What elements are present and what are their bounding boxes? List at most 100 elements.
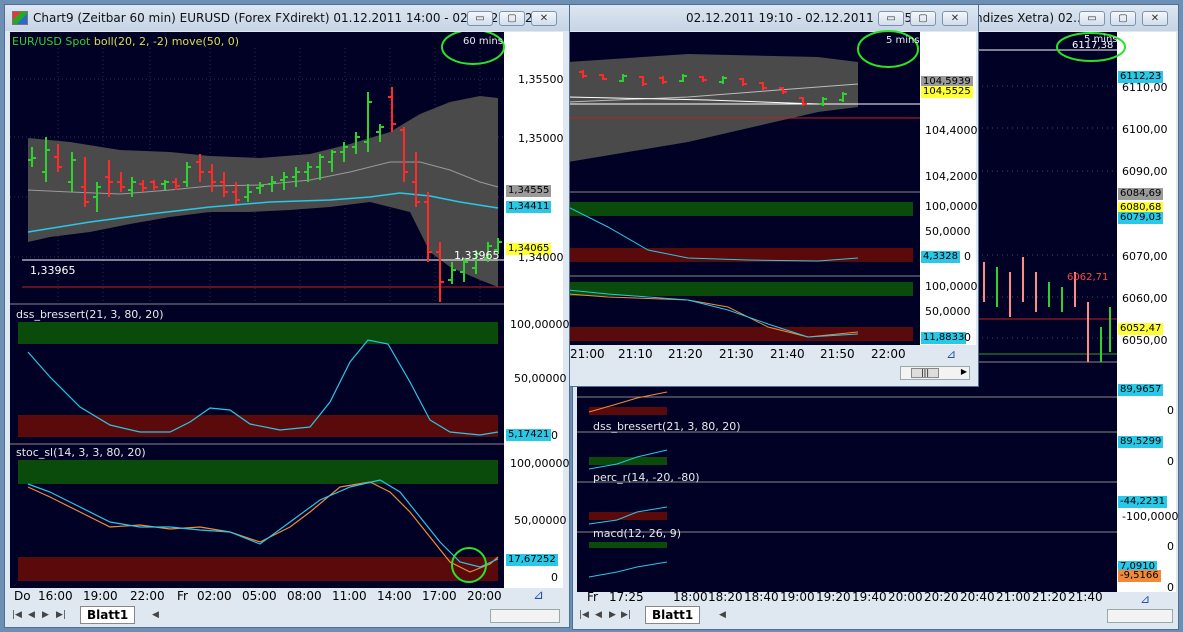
time-label: 05:00 xyxy=(242,589,277,603)
scroll-thumb[interactable]: ||| xyxy=(911,368,939,378)
first-sheet-icon[interactable]: |◀ xyxy=(12,610,22,620)
time-label: 22:00 xyxy=(130,589,165,603)
price-box-upper-band: 1,34555 xyxy=(506,185,552,197)
price-chart-pane[interactable]: 104,5939 104,5525 104,4000 104,2000 100,… xyxy=(568,32,978,345)
maximize-button[interactable]: ▢ xyxy=(910,11,936,26)
time-label: 20:00 xyxy=(467,589,502,603)
time-label: 19:40 xyxy=(852,590,887,604)
indicator-axis-label: 0 xyxy=(1167,455,1174,468)
time-label: 21:50 xyxy=(820,347,855,361)
time-label: 22:00 xyxy=(871,347,906,361)
pane-title: stoc_sl(14, 3, 3, 80, 20) xyxy=(16,446,146,459)
time-label: 21:20 xyxy=(1032,590,1067,604)
time-label: 21:20 xyxy=(668,347,703,361)
indicator-axis-label: 100,00000 xyxy=(510,457,570,470)
price-axis-label: 104,2000 xyxy=(925,170,978,183)
window-titlebar[interactable]: Chart9 (Zeitbar 60 min) EURUSD (Forex FX… xyxy=(5,5,569,31)
time-label: Fr xyxy=(587,590,598,604)
chart-window-eurusd[interactable]: Chart9 (Zeitbar 60 min) EURUSD (Forex FX… xyxy=(4,4,570,628)
legend-indicator: boll(20, 2, -2) xyxy=(93,35,169,48)
time-label: 18:20 xyxy=(708,590,743,604)
hline-label-right: 1,33965 xyxy=(454,249,500,262)
pin-icon[interactable]: ⊿ xyxy=(533,588,544,603)
indicator-axis-label: 100,00000 xyxy=(510,318,570,331)
price-axis-label: 1,34000 xyxy=(518,251,564,264)
time-label: Do xyxy=(14,589,31,603)
time-label: 21:10 xyxy=(618,347,653,361)
price-axis-label: 6050,00 xyxy=(1122,334,1168,347)
maximize-button[interactable]: ▢ xyxy=(1110,11,1136,26)
last-sheet-icon[interactable]: ▶| xyxy=(56,610,66,620)
time-label: 20:00 xyxy=(888,590,923,604)
indicator-box: 89,5299 xyxy=(1118,436,1164,448)
hline-label: 1,33965 xyxy=(30,264,76,277)
sheet-tab[interactable]: Blatt1 xyxy=(80,606,136,624)
price-chart-pane[interactable]: EUR/USD Spot boll(20, 2, -2) move(50, 0)… xyxy=(10,32,569,588)
indicator-axis-label: 0 xyxy=(1167,540,1174,553)
minimize-button[interactable]: ▭ xyxy=(878,11,904,26)
horizontal-scrollbar[interactable] xyxy=(1107,609,1173,623)
minimize-button[interactable]: ▭ xyxy=(467,11,493,26)
next-sheet-icon[interactable]: ▶ xyxy=(609,610,616,620)
prev-sheet-icon[interactable]: ◀ xyxy=(595,610,602,620)
time-label: 14:00 xyxy=(377,589,412,603)
chart-legend: EUR/USD Spot boll(20, 2, -2) move(50, 0) xyxy=(12,35,239,48)
next-sheet-icon[interactable]: ▶ xyxy=(42,610,49,620)
app-icon xyxy=(12,11,28,25)
indicator-axis-label: 50,0000 xyxy=(925,305,971,318)
maximize-button[interactable]: ▢ xyxy=(499,11,525,26)
price-axis-label: 6070,00 xyxy=(1122,250,1168,263)
first-sheet-icon[interactable]: |◀ xyxy=(579,610,589,620)
price-axis-label: 6110,00 xyxy=(1122,81,1168,94)
sheet-tab[interactable]: Blatt1 xyxy=(645,606,701,624)
price-axis-label: 1,35000 xyxy=(518,132,564,145)
close-button[interactable]: ✕ xyxy=(942,11,968,26)
pin-icon[interactable]: ⊿ xyxy=(1140,592,1150,606)
time-label: 02:00 xyxy=(197,589,232,603)
time-label: 21:00 xyxy=(570,347,605,361)
time-label: 19:20 xyxy=(816,590,851,604)
time-label: Fr xyxy=(177,589,188,603)
scroll-left-icon[interactable]: ◀ xyxy=(719,610,726,620)
minimize-button[interactable]: ▭ xyxy=(1079,11,1105,26)
price-axis-label: 1,35500 xyxy=(518,73,564,86)
time-label: 17:25 xyxy=(609,590,644,604)
time-label: 21:00 xyxy=(996,590,1031,604)
time-axis: 21:00 21:10 21:20 21:30 21:40 21:50 22:0… xyxy=(568,345,976,363)
pane-title: macd(12, 26, 9) xyxy=(593,527,682,540)
close-button[interactable]: ✕ xyxy=(531,11,557,26)
indicator-axis-label: 50,00000 xyxy=(514,372,567,385)
price-box-ma: 1,34411 xyxy=(506,201,552,213)
red-price-label: 6062,71 xyxy=(1067,272,1109,283)
indicator-box: 11,8833 xyxy=(921,332,967,344)
price-axis-label: 6090,00 xyxy=(1122,165,1168,178)
window-title: ndizes Xetra) 02.... xyxy=(975,11,1089,25)
chart-window-jpy[interactable]: 02.12.2011 19:10 - 02.12.2011 22:05 ▭ ▢ … xyxy=(563,4,979,387)
horizontal-scrollbar[interactable] xyxy=(490,609,560,623)
price-box: 104,5525 xyxy=(921,86,973,98)
scroll-right-icon[interactable]: ▶ xyxy=(961,367,967,376)
sheet-bar: |◀ ◀ ▶ ▶| Blatt1 ◀ xyxy=(577,606,1176,626)
indicator-axis-label: 0 xyxy=(964,331,971,344)
indicator-box: -44,2231 xyxy=(1118,496,1167,508)
time-label: 16:00 xyxy=(38,589,73,603)
time-label: 20:20 xyxy=(924,590,959,604)
indicator-axis-label: 0 xyxy=(551,429,558,442)
scroll-left-icon[interactable]: ◀ xyxy=(152,610,159,620)
horizontal-scrollbar[interactable]: ||| ▶ xyxy=(900,366,970,380)
close-button[interactable]: ✕ xyxy=(1142,11,1168,26)
time-label: 18:40 xyxy=(744,590,779,604)
interval-note: 5 mins xyxy=(886,35,920,46)
time-label: 11:00 xyxy=(332,589,367,603)
prev-sheet-icon[interactable]: ◀ xyxy=(28,610,35,620)
pin-icon[interactable]: ⊿ xyxy=(946,347,956,361)
pane-title: dss_bressert(21, 3, 80, 20) xyxy=(593,420,741,433)
indicator-axis-label: 0 xyxy=(1167,404,1174,417)
indicator-box: -9,5166 xyxy=(1118,570,1161,582)
last-sheet-icon[interactable]: ▶| xyxy=(621,610,631,620)
indicator-axis-label: -100,0000 xyxy=(1122,510,1179,523)
indicator-box: 17,67252 xyxy=(506,554,558,566)
annotation-circle xyxy=(857,30,919,68)
indicator-box: 4,3328 xyxy=(921,251,960,263)
time-axis: Fr 17:25 18:00 18:20 18:40 19:00 19:20 1… xyxy=(577,590,1176,606)
